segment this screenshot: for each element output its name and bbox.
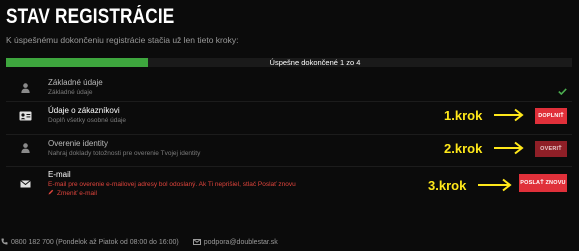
page-title: STAV REGISTRÁCIE [6,5,175,28]
email-text: podpora@doublestar.sk [203,239,278,246]
footer-email[interactable]: podpora@doublestar.sk [192,238,278,247]
progress-label: Úspešne dokončené 1 zo 4 [269,58,361,67]
step-annotation: 2.krok [444,141,483,156]
divider [6,166,572,167]
envelope-icon [192,238,201,247]
arrow-right-icon [494,108,524,122]
checkmark-icon [558,82,567,100]
arrow-right-icon [494,141,524,155]
resend-button[interactable]: POSLAŤ ZNOVU [519,174,567,192]
change-email-label: Zmeniť e-mail [57,189,97,197]
footer: 0800 182 700 (Pondelok až Piatok od 08:0… [0,238,579,247]
user-icon [18,81,32,95]
step-title: Overenie identity [48,139,109,148]
fill-in-button[interactable]: DOPLNIŤ [535,108,567,124]
phone-text: 0800 182 700 (Pondelok až Piatok od 08:0… [11,239,179,246]
step-description: Základné údaje [48,89,93,96]
change-email-link[interactable]: Zmeniť e-mail [48,189,97,197]
verify-button[interactable]: OVERIŤ [535,141,567,157]
step-title: Údaje o zákazníkovi [48,106,120,115]
page-subtitle: K úspešnému dokončeniu registrácie stači… [6,35,239,45]
progress-fill [6,58,148,67]
step-title: E-mail [48,170,71,179]
divider [6,101,572,102]
arrow-right-icon [478,178,512,192]
step-description: E-mail pre overenie e-mailovej adresy bo… [48,181,296,188]
footer-phone: 0800 182 700 (Pondelok až Piatok od 08:0… [1,238,179,247]
step-title: Základné údaje [48,78,103,87]
pencil-icon [48,189,54,197]
step-description: Doplň všetky osobné údaje [48,117,127,124]
step-description: Nahraj doklady totožnosti pre overenie T… [48,150,201,157]
id-card-icon [18,109,32,123]
step-annotation: 1.krok [444,108,483,123]
divider [6,134,572,135]
step-annotation: 3.krok [428,178,467,193]
phone-icon [1,238,8,247]
envelope-icon [18,177,32,191]
user-icon [18,141,32,155]
